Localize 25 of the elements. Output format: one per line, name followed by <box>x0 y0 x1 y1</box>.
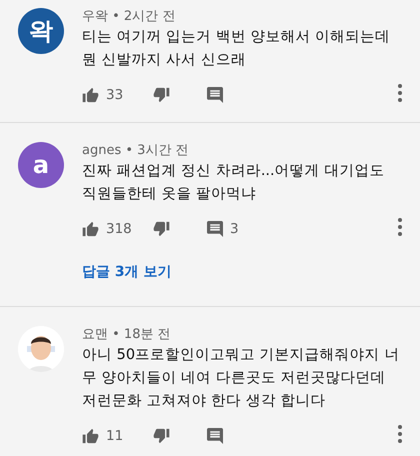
thumbs-up-icon[interactable] <box>82 428 99 444</box>
comment-meta: 요맨 • 18분 전 <box>82 326 172 344</box>
like-count: 11 <box>106 428 124 444</box>
thumbs-up-icon[interactable] <box>82 87 99 103</box>
thumbs-up-icon[interactable] <box>82 221 99 237</box>
comment-text: 진짜 패션업계 정신 차려라...어떻게 대기업도 직원들한테 옷을 팔아먹냐 <box>82 162 386 204</box>
comment-text: 티는 여기꺼 입는거 백번 양보해서 이해되는데 뭔 신발까지 사서 신으래 <box>82 28 392 70</box>
like-count: 318 <box>106 221 132 237</box>
comment-text: 아니 50프로할인이고뭐고 기본지급해줘야지 너무 양아치들이 네여 다른곳도 저런곳많다던데 저런문화 고쳐져야 한다 생각 합니다 <box>82 346 400 411</box>
thumbs-down-icon[interactable] <box>153 428 170 444</box>
comment-icon[interactable] <box>207 428 223 444</box>
comment-icon[interactable] <box>207 87 223 103</box>
thumbs-down-icon[interactable] <box>153 87 170 103</box>
more-icon[interactable] <box>398 84 402 102</box>
view-replies-link[interactable]: 답글 3개 보기 <box>82 262 172 282</box>
more-icon[interactable] <box>398 218 402 236</box>
avatar[interactable]: a <box>18 142 64 188</box>
comment-meta: agnes • 3시간 전 <box>82 142 190 160</box>
more-icon[interactable] <box>398 425 402 443</box>
comment-icon[interactable] <box>207 221 223 237</box>
like-count: 33 <box>106 87 124 103</box>
avatar[interactable]: 왁 <box>18 8 64 54</box>
reply-count: 3 <box>230 221 239 237</box>
comment-meta: 우왁 • 2시간 전 <box>82 8 176 26</box>
thumbs-down-icon[interactable] <box>153 221 170 237</box>
